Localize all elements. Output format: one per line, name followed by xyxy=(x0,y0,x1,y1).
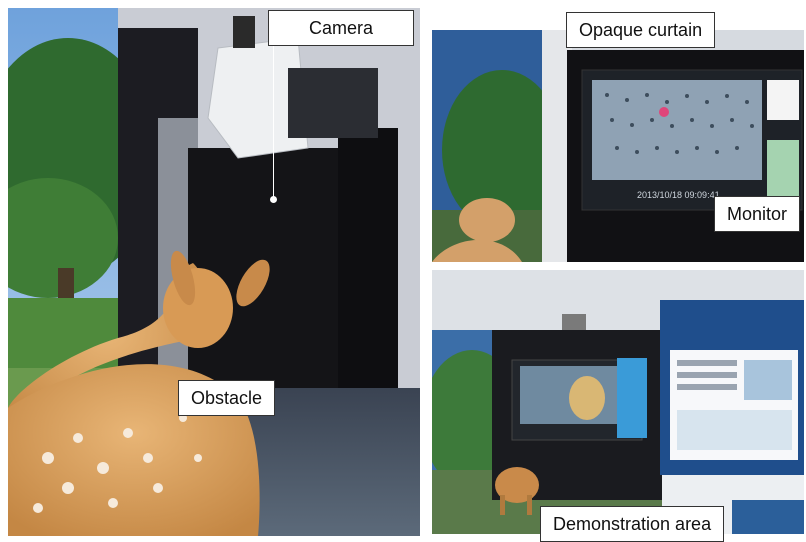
label-opaque-curtain: Opaque curtain xyxy=(566,12,716,48)
label-camera: Camera xyxy=(268,10,414,46)
info-poster xyxy=(660,300,804,475)
label-obstacle: Obstacle xyxy=(178,380,276,416)
left-photo-demonstration-booth xyxy=(8,8,420,536)
monitor-timestamp: 2013/10/18 09:09:41 xyxy=(637,190,720,200)
camera-pointer-dot xyxy=(270,196,277,203)
label-monitor: Monitor xyxy=(714,196,801,232)
monitor-screen: 2013/10/18 09:09:41 xyxy=(581,69,803,211)
left-photo-illustration xyxy=(8,8,420,536)
camera-pointer-line xyxy=(273,38,274,198)
bottom-right-photo-demo-area xyxy=(432,270,804,534)
bottom-right-photo-illustration xyxy=(432,270,804,534)
